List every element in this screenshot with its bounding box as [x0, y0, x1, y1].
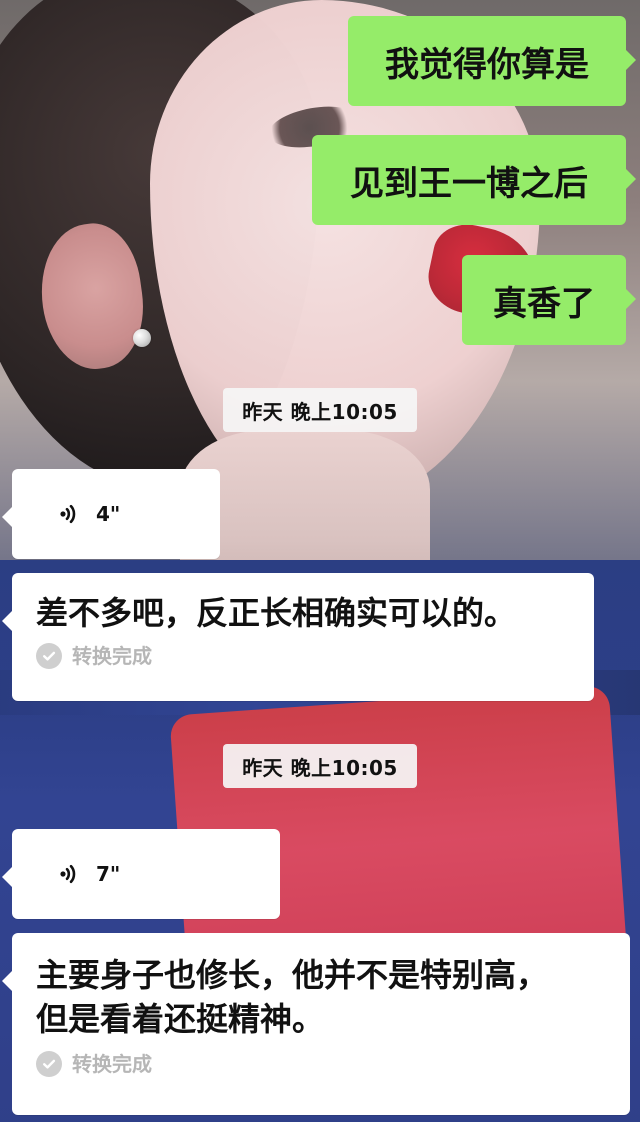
timestamp-2-text: 昨天 晚上10:05 — [242, 755, 398, 780]
timestamp-1-text: 昨天 晚上10:05 — [242, 399, 398, 424]
voice-message-1-row: 4" — [12, 469, 220, 559]
timestamp-2: 昨天 晚上10:05 — [223, 744, 417, 788]
voice-transcript-1-status-text: 转换完成 — [72, 644, 152, 668]
sent-message-2[interactable]: 见到王一博之后 — [312, 135, 636, 225]
voice-wave-icon — [56, 861, 82, 887]
sent-message-3-text: 真香了 — [493, 283, 595, 324]
voice-transcript-1-text: 差不多吧，反正长相确实可以的。 — [36, 594, 517, 632]
sent-message-2-text: 见到王一博之后 — [350, 163, 588, 204]
voice-transcript-2-content: 主要身子也修长，他并不是特别高， 但是看着还挺精神。 转换完成 — [12, 933, 630, 1093]
voice-transcript-2-line-1: 主要身子也修长，他并不是特别高， — [36, 956, 549, 994]
voice-transcript-2-status-text: 转换完成 — [72, 1052, 152, 1076]
voice-message-1-duration: 4" — [96, 502, 121, 526]
received-voice-message-1[interactable]: 4" — [2, 469, 220, 559]
sent-message-1-text: 我觉得你算是 — [385, 44, 589, 85]
sent-message-3[interactable]: 真香了 — [462, 255, 636, 345]
check-circle-icon — [36, 1051, 62, 1077]
voice-transcript-2-status: 转换完成 — [36, 1051, 606, 1077]
voice-message-2-row: 7" — [12, 829, 280, 919]
voice-wave-icon — [56, 501, 82, 527]
check-circle-icon — [36, 643, 62, 669]
voice-transcript-1-status: 转换完成 — [36, 643, 570, 669]
voice-transcript-2-line-2: 但是看着还挺精神。 — [36, 1000, 325, 1038]
voice-transcript-2: 主要身子也修长，他并不是特别高， 但是看着还挺精神。 转换完成 — [2, 933, 630, 1115]
voice-message-2-duration: 7" — [96, 862, 121, 886]
sent-message-1[interactable]: 我觉得你算是 — [348, 16, 636, 106]
background-earring — [133, 329, 151, 347]
voice-transcript-1-content: 差不多吧，反正长相确实可以的。 转换完成 — [12, 573, 594, 685]
timestamp-1: 昨天 晚上10:05 — [223, 388, 417, 432]
received-voice-message-2[interactable]: 7" — [2, 829, 280, 919]
voice-transcript-1: 差不多吧，反正长相确实可以的。 转换完成 — [2, 573, 594, 701]
